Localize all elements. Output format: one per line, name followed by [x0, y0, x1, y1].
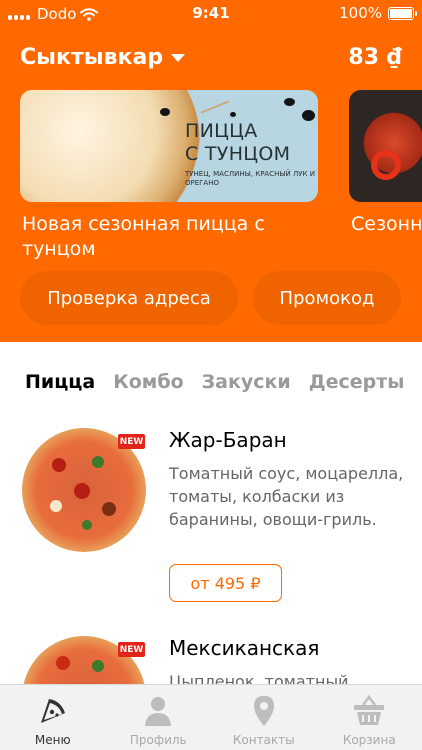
product-description: Томатный соус, моцарелла, томаты, колбас…: [169, 464, 404, 529]
banner-title-line2: С ТУНЦОМ: [185, 143, 291, 165]
topping: [52, 458, 66, 472]
dodo-coins[interactable]: 83 ₫: [348, 45, 402, 70]
tab-bar: Меню Профиль Контакты Корзина: [0, 684, 422, 750]
tab-desserts[interactable]: Десерты: [309, 371, 405, 393]
battery-icon: [388, 6, 417, 20]
header: Dodo 9:41 100% Сыктывкар 83 ₫ ПИЦЦА С ТУ…: [0, 0, 422, 342]
product-name: Мексиканская: [169, 636, 320, 660]
herb-decor: [200, 100, 230, 114]
promo-code-button[interactable]: Промокод: [253, 271, 401, 325]
topping: [92, 660, 104, 672]
banner-title-line1: ПИЦЦА: [185, 120, 258, 142]
banner-tuna-pizza[interactable]: ПИЦЦА С ТУНЦОМ ТУНЕЦ, МАСЛИНЫ, КРАСНЫЙ Л…: [20, 90, 318, 202]
olive-decor: [302, 110, 315, 121]
pizza-slice-icon: [40, 699, 65, 723]
status-right: 100%: [339, 4, 417, 22]
tabbar-label: Корзина: [342, 733, 396, 747]
map-pin-icon: [253, 696, 274, 726]
olive-decor: [230, 112, 236, 117]
tabbar-item-contacts[interactable]: Контакты: [211, 685, 317, 750]
tab-pizza[interactable]: Пицца: [25, 371, 95, 393]
tabbar-item-cart[interactable]: Корзина: [317, 685, 422, 750]
new-badge: NEW: [118, 642, 145, 657]
basket-icon: [354, 694, 385, 725]
topping: [102, 502, 116, 516]
banner-seasonal[interactable]: [349, 90, 422, 202]
address-check-button[interactable]: Проверка адреса: [20, 271, 238, 325]
chevron-down-icon: [171, 54, 186, 62]
topping: [50, 500, 62, 512]
city-selector[interactable]: Сыктывкар: [20, 44, 186, 70]
city-name: Сыктывкар: [20, 44, 164, 70]
topping: [92, 456, 104, 468]
pepper-image: [371, 150, 401, 180]
tabbar-label: Меню: [34, 733, 71, 747]
price-button[interactable]: от 495 ₽: [169, 564, 282, 602]
battery-percent: 100%: [339, 4, 382, 22]
tab-combo[interactable]: Комбо: [113, 371, 183, 393]
tabbar-label: Профиль: [129, 733, 187, 747]
olive-decor: [284, 98, 295, 106]
person-icon: [145, 697, 172, 726]
banner-title: ПИЦЦА С ТУНЦОМ: [185, 120, 290, 166]
olive-decor: [160, 108, 170, 116]
category-tabs: Пицца Комбо Закуски Десерты: [25, 371, 404, 393]
city-row: Сыктывкар 83 ₫: [20, 42, 402, 72]
new-badge: NEW: [118, 434, 145, 449]
promo-title[interactable]: Новая сезонная пицца с тунцом: [22, 212, 322, 262]
product-name: Жар-Баран: [169, 428, 287, 452]
topping: [56, 656, 70, 670]
pizza-image: [20, 90, 200, 202]
tab-snacks[interactable]: Закуски: [202, 371, 291, 393]
tabbar-item-menu[interactable]: Меню: [0, 685, 106, 750]
tabbar-label: Контакты: [232, 733, 295, 747]
promo-title[interactable]: Сезонные: [351, 212, 422, 237]
status-bar: Dodo 9:41 100%: [0, 0, 422, 28]
banner-subtitle: ТУНЕЦ, МАСЛИНЫ, КРАСНЫЙ ЛУК И ОРЕГАНО: [185, 170, 315, 187]
topping: [74, 483, 90, 499]
tabbar-item-profile[interactable]: Профиль: [106, 685, 212, 750]
topping: [82, 520, 92, 530]
